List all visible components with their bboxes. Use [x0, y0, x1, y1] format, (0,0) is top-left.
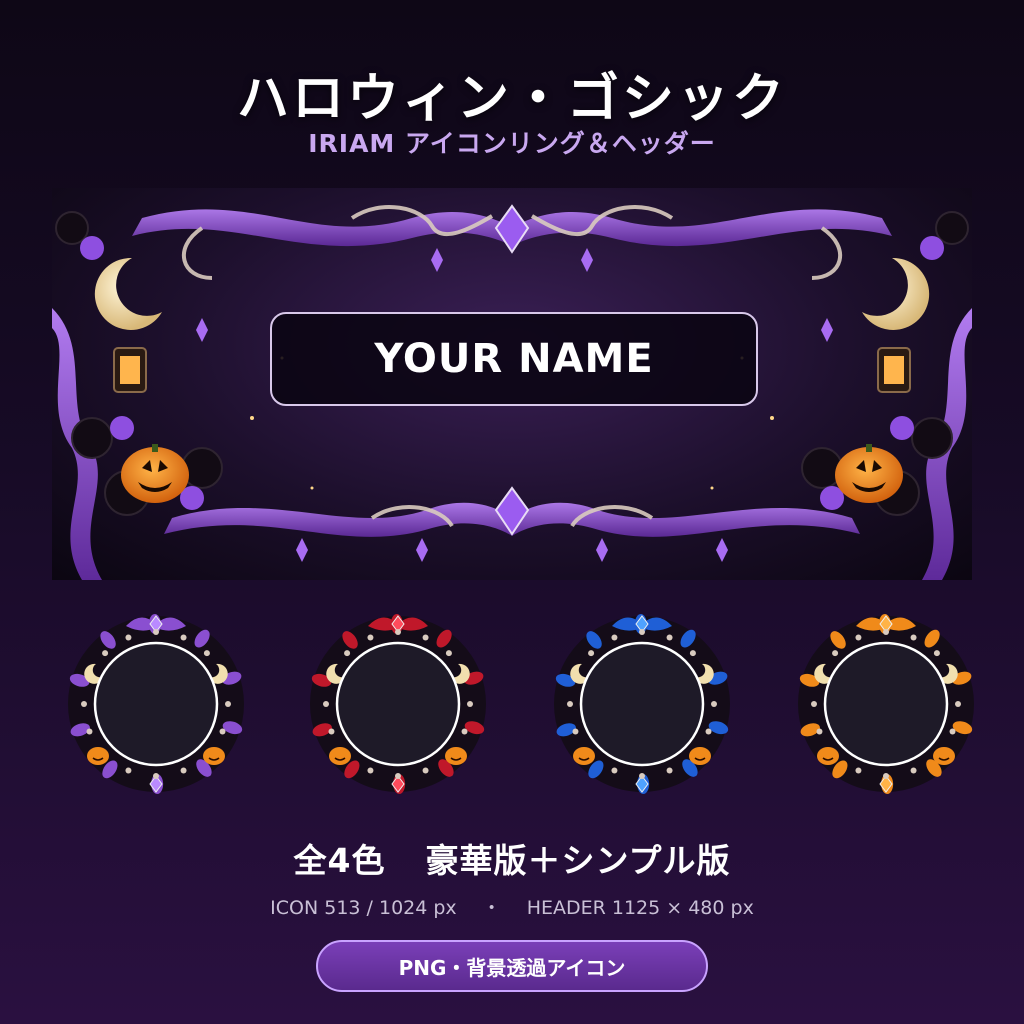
- silver-bead: [883, 629, 889, 635]
- silver-bead: [367, 634, 374, 641]
- pumpkin-icon: [329, 747, 351, 765]
- silver-bead: [933, 650, 940, 657]
- icon-center-window: [93, 641, 219, 767]
- color-count: 全4色: [293, 841, 386, 880]
- icon-ring-previews: [0, 604, 1024, 809]
- pumpkin-icon: [203, 747, 225, 765]
- silver-bead: [153, 773, 159, 779]
- silver-bead: [225, 701, 231, 707]
- top-gem: [494, 204, 530, 254]
- silver-bead: [666, 634, 673, 641]
- silver-bead: [666, 767, 673, 774]
- silver-bead: [705, 728, 712, 735]
- left-lantern-icon: [113, 347, 147, 393]
- silver-bead: [855, 634, 862, 641]
- png-transparent-button[interactable]: PNG・背景透過アイコン: [316, 940, 708, 992]
- right-lantern-icon: [877, 347, 911, 393]
- silver-bead: [689, 650, 696, 657]
- silver-bead: [153, 629, 159, 635]
- silver-bead: [422, 767, 429, 774]
- icon-ring-orange: [786, 604, 986, 804]
- right-moon-icon: [862, 257, 930, 330]
- right-pumpkin-icon: [835, 444, 903, 503]
- silver-bead: [832, 650, 839, 657]
- silver-bead: [86, 728, 93, 735]
- png-button-label: PNG・背景透過アイコン: [398, 955, 626, 980]
- silver-bead: [467, 701, 473, 707]
- silver-bead: [81, 701, 87, 707]
- name-placeholder-box: YOUR NAME: [270, 312, 758, 406]
- color-edition-caption: 全4色 豪華版＋シンプル版: [0, 834, 1024, 882]
- silver-bead: [395, 629, 401, 635]
- silver-bead: [102, 650, 109, 657]
- silver-bead: [125, 634, 132, 641]
- silver-bead: [461, 728, 468, 735]
- silver-bead: [611, 767, 618, 774]
- silver-bead: [445, 650, 452, 657]
- left-moon-icon: [94, 257, 162, 330]
- silver-bead: [203, 650, 210, 657]
- header-size-spec: HEADER 1125 × 480 px: [526, 897, 754, 919]
- silver-bead: [180, 634, 187, 641]
- silver-bead: [572, 728, 579, 735]
- spec-separator: ・: [482, 897, 502, 919]
- icon-ring-blue: [542, 604, 742, 804]
- silver-bead: [588, 650, 595, 657]
- silver-bead: [367, 767, 374, 774]
- silver-bead: [910, 767, 917, 774]
- silver-bead: [883, 773, 889, 779]
- page-title: ハロウィン・ゴシック: [236, 69, 787, 129]
- silver-bead: [639, 629, 645, 635]
- silver-bead: [328, 728, 335, 735]
- left-pumpkin-icon: [121, 444, 189, 503]
- icon-center-window: [335, 641, 461, 767]
- silver-bead: [323, 701, 329, 707]
- silver-bead: [611, 634, 618, 641]
- icon-center-window: [823, 641, 949, 767]
- edition-text: 豪華版＋シンプル版: [425, 841, 731, 880]
- pumpkin-icon: [573, 747, 595, 765]
- silver-bead: [711, 701, 717, 707]
- pumpkin-icon: [817, 747, 839, 765]
- silver-bead: [949, 728, 956, 735]
- silver-bead: [344, 650, 351, 657]
- size-specs: ICON 513 / 1024 px ・ HEADER 1125 × 480 px: [0, 893, 1024, 920]
- silver-bead: [422, 634, 429, 641]
- pumpkin-icon: [87, 747, 109, 765]
- name-placeholder-text: YOUR NAME: [374, 336, 654, 382]
- pumpkin-icon: [445, 747, 467, 765]
- header-preview: YOUR NAME: [52, 188, 972, 580]
- icon-size-spec: ICON 513 / 1024 px: [270, 897, 457, 919]
- icon-ring-red: [298, 604, 498, 804]
- silver-bead: [910, 634, 917, 641]
- icon-center-window: [579, 641, 705, 767]
- pumpkin-icon: [933, 747, 955, 765]
- silver-bead: [219, 728, 226, 735]
- silver-bead: [639, 773, 645, 779]
- page-subtitle: IRIAM アイコンリング＆ヘッダー: [308, 129, 716, 158]
- silver-bead: [855, 767, 862, 774]
- silver-bead: [811, 701, 817, 707]
- icon-ring-purple: [56, 604, 256, 804]
- silver-bead: [955, 701, 961, 707]
- silver-bead: [180, 767, 187, 774]
- silver-bead: [816, 728, 823, 735]
- silver-bead: [125, 767, 132, 774]
- pumpkin-icon: [689, 747, 711, 765]
- silver-bead: [567, 701, 573, 707]
- silver-bead: [395, 773, 401, 779]
